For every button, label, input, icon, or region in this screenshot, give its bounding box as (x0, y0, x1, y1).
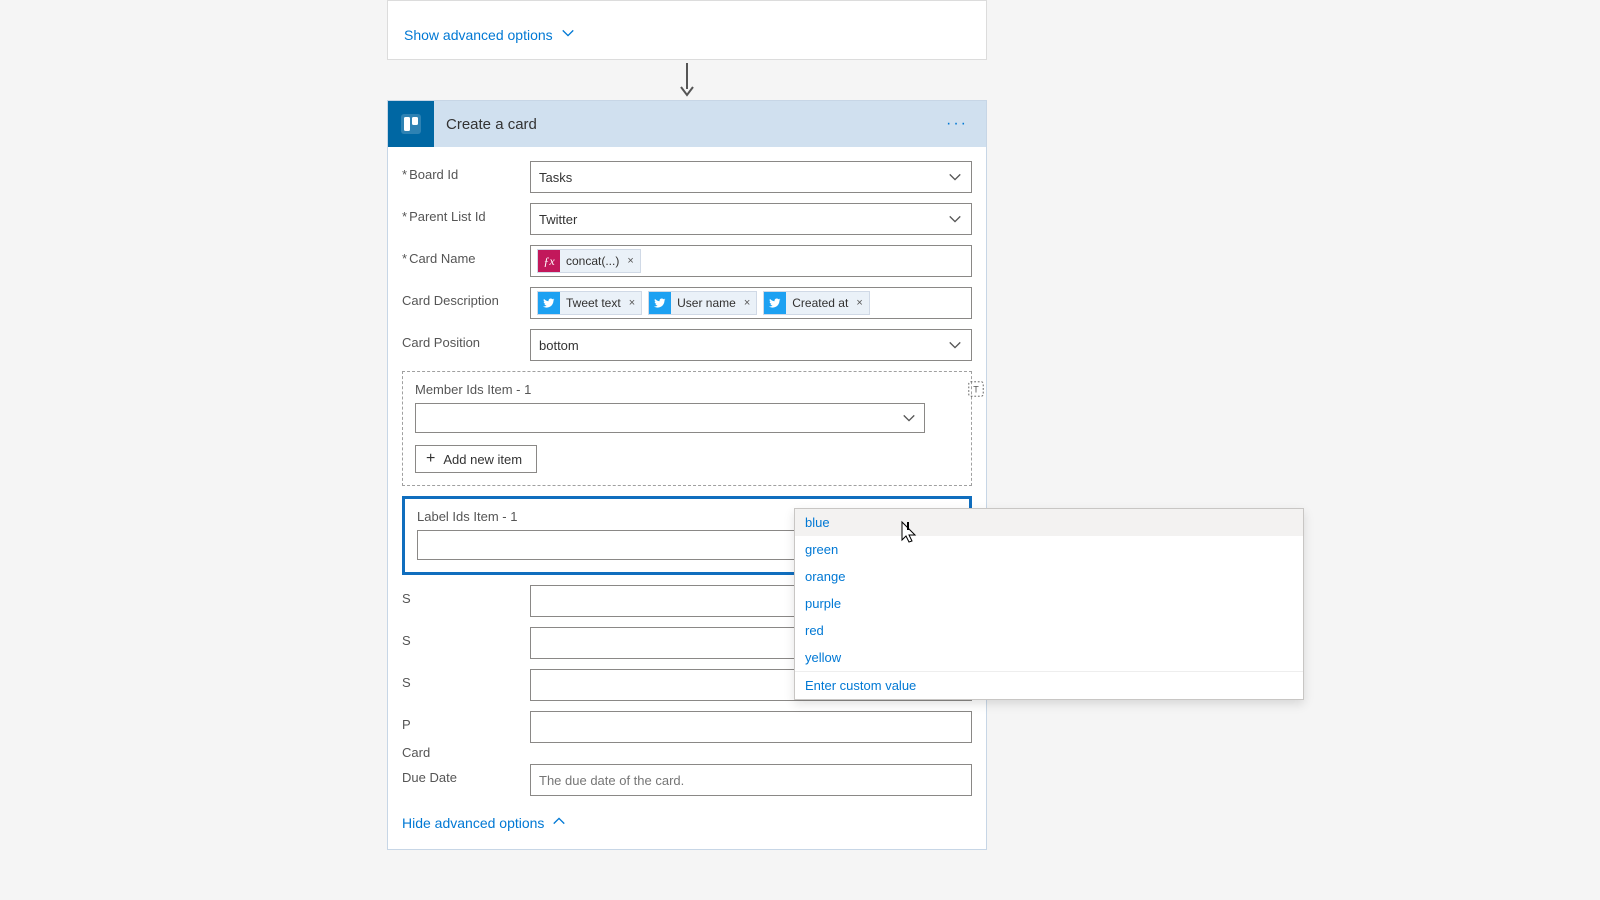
option-red[interactable]: red (795, 617, 1303, 644)
token-remove-icon[interactable]: × (856, 297, 862, 309)
switch-to-array-button[interactable]: T (965, 378, 987, 400)
hidden-field-4[interactable] (530, 711, 972, 743)
partial-label-s1: S (402, 585, 530, 606)
token-tweet-text[interactable]: Tweet text × (537, 291, 642, 315)
twitter-icon (764, 292, 786, 314)
chevron-down-icon (939, 330, 971, 360)
twitter-icon (649, 292, 671, 314)
token-text: Tweet text (566, 296, 621, 310)
member-ids-select[interactable] (415, 403, 925, 433)
token-concat[interactable]: ƒx concat(...) × (537, 249, 641, 273)
show-advanced-label: Show advanced options (404, 27, 553, 43)
option-yellow[interactable]: yellow (795, 644, 1303, 671)
due-date-input[interactable]: The due date of the card. (530, 764, 972, 796)
chevron-down-icon (939, 162, 971, 192)
token-remove-icon[interactable]: × (627, 255, 633, 267)
label-ids-dropdown: blue green orange purple red yellow Ente… (794, 508, 1304, 700)
parent-list-id-value: Twitter (539, 212, 963, 227)
option-purple[interactable]: purple (795, 590, 1303, 617)
trello-icon (388, 101, 434, 147)
create-card-action: Create a card ··· *Board Id Tasks *Pa (387, 100, 987, 850)
card-description-input[interactable]: Tweet text × User name × (530, 287, 972, 319)
card-name-input[interactable]: ƒx concat(...) × (530, 245, 972, 277)
plus-icon: + (426, 451, 435, 467)
chevron-up-icon (552, 814, 566, 831)
chevron-down-icon (939, 204, 971, 234)
fx-icon: ƒx (538, 250, 560, 272)
token-created-at[interactable]: Created at × (763, 291, 869, 315)
hide-advanced-label: Hide advanced options (402, 815, 544, 831)
action-menu-button[interactable]: ··· (940, 115, 974, 133)
partial-label-s3: S (402, 669, 530, 690)
option-orange[interactable]: orange (795, 563, 1303, 590)
partial-label-card: Card (402, 745, 972, 760)
board-id-label: Board Id (409, 167, 458, 182)
token-text: Created at (792, 296, 848, 310)
member-ids-label: Member Ids Item - 1 (415, 382, 959, 397)
twitter-icon (538, 292, 560, 314)
token-text: User name (677, 296, 736, 310)
partial-label-s2: S (402, 627, 530, 648)
board-id-select[interactable]: Tasks (530, 161, 972, 193)
card-position-label: Card Position (402, 335, 480, 350)
add-new-item-button[interactable]: + Add new item (415, 445, 537, 473)
token-remove-icon[interactable]: × (629, 297, 635, 309)
hide-advanced-link[interactable]: Hide advanced options (402, 814, 972, 831)
due-date-placeholder: The due date of the card. (539, 773, 684, 788)
action-title: Create a card (446, 116, 940, 133)
due-date-label: Due Date (402, 764, 530, 785)
previous-action-card: Show advanced options (387, 0, 987, 60)
parent-list-id-label: Parent List Id (409, 209, 486, 224)
member-ids-block: Member Ids Item - 1 + Add new item T (402, 371, 972, 486)
token-remove-icon[interactable]: × (744, 297, 750, 309)
parent-list-id-select[interactable]: Twitter (530, 203, 972, 235)
card-description-label: Card Description (402, 293, 499, 308)
svg-text:T: T (973, 385, 979, 395)
option-blue[interactable]: blue (795, 509, 1303, 536)
card-position-select[interactable]: bottom (530, 329, 972, 361)
flow-arrow (387, 60, 987, 100)
add-new-item-label: Add new item (443, 452, 522, 467)
chevron-down-icon (894, 404, 924, 432)
option-enter-custom[interactable]: Enter custom value (795, 671, 1303, 699)
card-position-value: bottom (539, 338, 963, 353)
token-text: concat(...) (566, 254, 619, 268)
option-green[interactable]: green (795, 536, 1303, 563)
chevron-down-icon (561, 26, 575, 43)
show-advanced-link[interactable]: Show advanced options (404, 26, 575, 43)
token-user-name[interactable]: User name × (648, 291, 757, 315)
card-name-label: Card Name (409, 251, 475, 266)
partial-label-p: P (402, 711, 530, 732)
board-id-value: Tasks (539, 170, 963, 185)
action-header[interactable]: Create a card ··· (388, 101, 986, 147)
